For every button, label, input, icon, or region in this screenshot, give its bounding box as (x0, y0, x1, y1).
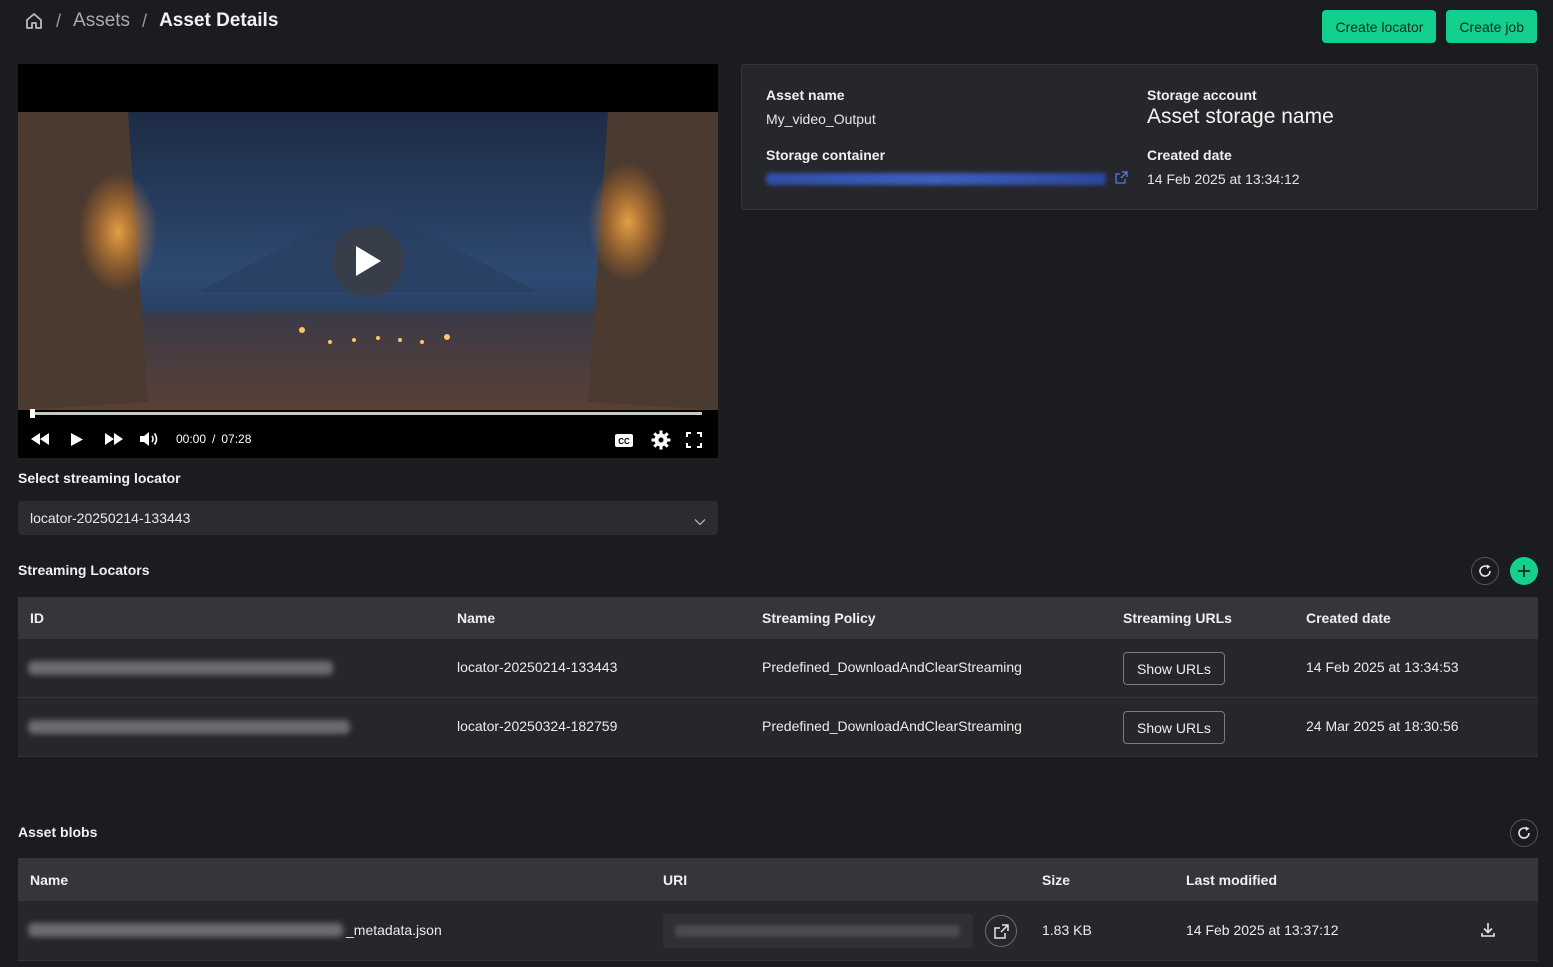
refresh-locators-button[interactable] (1471, 557, 1499, 585)
column-header[interactable]: URI (663, 872, 687, 888)
locator-id-redacted (28, 661, 333, 675)
table-row[interactable]: locator-20250214-133443 Predefined_Downl… (18, 639, 1538, 698)
fast-forward-icon[interactable] (104, 432, 124, 446)
time-separator: / (212, 432, 216, 446)
video-progress-bar[interactable] (30, 409, 702, 418)
volume-icon[interactable] (138, 430, 160, 448)
blob-name-redacted (28, 923, 343, 937)
duration: 07:28 (221, 432, 252, 446)
asset-name-label: Asset name (766, 87, 845, 103)
storage-account-label: Storage account (1147, 87, 1257, 103)
blob-uri-field[interactable] (663, 914, 973, 948)
show-urls-button[interactable]: Show URLs (1123, 711, 1225, 744)
progress-handle[interactable] (30, 409, 35, 418)
video-player[interactable]: 00:00 / 07:28 CC (18, 64, 718, 458)
captions-icon[interactable]: CC (614, 433, 634, 448)
column-header[interactable]: Streaming Policy (762, 610, 876, 626)
column-header[interactable]: Size (1042, 872, 1070, 888)
breadcrumb-separator: / (142, 10, 148, 31)
time-display: 00:00 / 07:28 (176, 432, 251, 446)
current-time: 00:00 (176, 432, 207, 446)
locator-created-date: 14 Feb 2025 at 13:34:53 (1306, 659, 1459, 675)
column-header[interactable]: Created date (1306, 610, 1391, 626)
open-uri-button[interactable] (985, 915, 1017, 947)
locator-policy: Predefined_DownloadAndClearStreaming (762, 718, 1022, 734)
selected-locator: locator-20250214-133443 (30, 510, 191, 526)
column-header[interactable]: Name (30, 872, 68, 888)
fullscreen-icon[interactable] (686, 432, 702, 448)
blob-name-suffix: _metadata.json (346, 922, 442, 938)
column-header[interactable]: Last modified (1186, 872, 1277, 888)
refresh-icon (1479, 564, 1491, 577)
asset-info-card: Asset name My_video_Output Storage accou… (741, 64, 1538, 210)
create-job-button[interactable]: Create job (1446, 10, 1537, 43)
created-date-value: 14 Feb 2025 at 13:34:12 (1147, 171, 1300, 187)
home-icon[interactable] (24, 11, 44, 31)
download-icon[interactable] (1480, 922, 1496, 941)
locator-policy: Predefined_DownloadAndClearStreaming (762, 659, 1022, 675)
column-header[interactable]: ID (30, 610, 44, 626)
blob-last-modified: 14 Feb 2025 at 13:37:12 (1186, 922, 1339, 938)
blob-size: 1.83 KB (1042, 922, 1092, 938)
asset-blobs-table: Name URI Size Last modified _metadata.js… (18, 858, 1538, 961)
breadcrumb: / Assets / Asset Details (24, 8, 278, 34)
streaming-locators-table: ID Name Streaming Policy Streaming URLs … (18, 597, 1538, 757)
refresh-blobs-button[interactable] (1510, 819, 1538, 847)
asset-blobs-title: Asset blobs (18, 824, 98, 840)
blob-uri-redacted (675, 925, 960, 937)
settings-gear-icon[interactable] (651, 430, 671, 450)
add-locator-button[interactable] (1510, 557, 1538, 585)
refresh-icon (1518, 826, 1530, 839)
table-row[interactable]: locator-20250324-182759 Predefined_Downl… (18, 698, 1538, 757)
header-actions: Create locator Create job (1322, 10, 1537, 43)
breadcrumb-separator: / (56, 10, 62, 31)
column-header[interactable]: Name (457, 610, 495, 626)
chevron-down-icon (694, 513, 706, 529)
breadcrumb-assets[interactable]: Assets (73, 10, 130, 32)
created-date-label: Created date (1147, 147, 1232, 163)
locator-id-redacted (28, 720, 350, 734)
table-header: ID Name Streaming Policy Streaming URLs … (18, 597, 1538, 639)
column-header[interactable]: Streaming URLs (1123, 610, 1232, 626)
plus-icon (1518, 565, 1530, 577)
storage-container-link[interactable] (766, 173, 1106, 185)
create-locator-button[interactable]: Create locator (1322, 10, 1437, 43)
locator-created-date: 24 Mar 2025 at 18:30:56 (1306, 718, 1459, 734)
table-row[interactable]: _metadata.json 1.83 KB 14 Feb 2025 at 13… (18, 901, 1538, 961)
play-icon[interactable] (70, 432, 84, 447)
locator-name: locator-20250324-182759 (457, 718, 618, 734)
player-controls: 00:00 / 07:28 CC (18, 424, 718, 456)
select-locator-label: Select streaming locator (18, 470, 181, 486)
show-urls-button[interactable]: Show URLs (1123, 652, 1225, 685)
external-link-icon[interactable] (1115, 171, 1128, 187)
page-title: Asset Details (159, 10, 279, 31)
asset-name-value: My_video_Output (766, 111, 876, 127)
external-link-icon (993, 923, 1009, 939)
streaming-locators-title: Streaming Locators (18, 562, 150, 578)
captions-label: CC (618, 437, 630, 446)
rewind-icon[interactable] (30, 432, 50, 446)
locator-name: locator-20250214-133443 (457, 659, 618, 675)
play-icon (356, 246, 381, 276)
streaming-locator-select[interactable]: locator-20250214-133443 (18, 501, 718, 535)
storage-account-value: Asset storage name (1147, 105, 1334, 128)
storage-container-label: Storage container (766, 147, 886, 163)
big-play-button[interactable] (332, 225, 404, 297)
table-header: Name URI Size Last modified (18, 858, 1538, 901)
